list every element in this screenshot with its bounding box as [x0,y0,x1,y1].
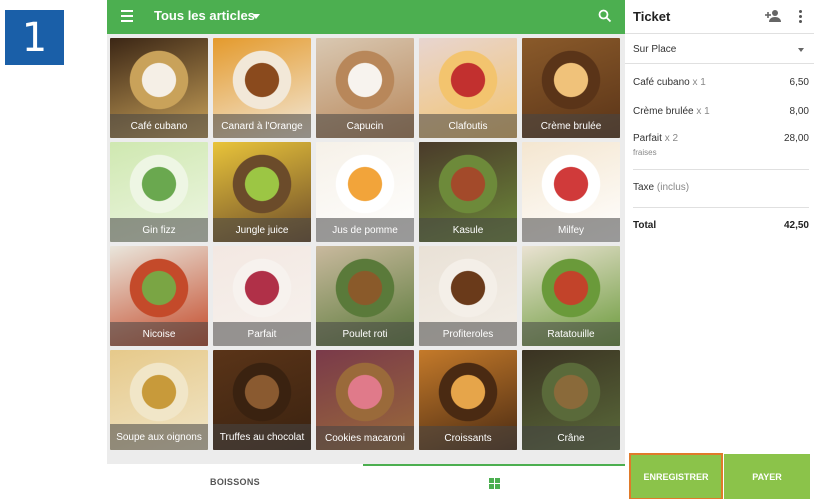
product-tile[interactable]: Nicoise [110,246,208,346]
tab-boissons[interactable]: BOISSONS [107,464,363,499]
product-label: Crème brulée [522,114,620,138]
product-tile[interactable]: Milfey [522,142,620,242]
product-tile[interactable]: Gin fizz [110,142,208,242]
add-customer-icon[interactable] [765,9,781,23]
top-app-bar: Tous les articles [107,0,625,34]
more-options-icon[interactable] [799,10,803,23]
product-label: Crâne [522,426,620,450]
category-selector-label[interactable]: Tous les articles [154,8,255,23]
tax-row: Taxe (inclus) [633,182,809,193]
product-label: Cookies macaroni [316,426,414,450]
product-label: Canard à l'Orange [213,114,311,138]
product-tile[interactable]: Ratatouille [522,246,620,346]
ticket-line[interactable]: Café cubano x 1 6,50 [633,77,809,88]
chevron-down-icon[interactable] [252,14,260,19]
product-label: Jus de pomme [316,218,414,242]
product-tile[interactable]: Profiteroles [419,246,517,346]
product-tile[interactable]: Poulet roti [316,246,414,346]
product-tile[interactable]: Croissants [419,350,517,450]
total-label: Total [633,220,657,231]
hamburger-menu-icon[interactable] [121,10,133,24]
total-row: Total 42,50 [633,220,809,231]
line-item-quantity: x 1 [696,106,710,117]
line-item-name: Café cubano [633,77,690,88]
product-label: Poulet roti [316,322,414,346]
line-item-name: Parfait [633,133,662,144]
product-tile[interactable]: Clafoutis [419,38,517,138]
line-item-price: 6,50 [789,77,809,88]
product-label: Profiteroles [419,322,517,346]
divider [633,169,809,170]
line-item-name: Crème brulée [633,106,694,117]
product-label: Milfey [522,218,620,242]
product-label: Soupe aux oignons [110,424,208,450]
product-label: Ratatouille [522,322,620,346]
ticket-line[interactable]: Parfait x 2 28,00 fraises [633,133,809,161]
tab-all-items[interactable] [363,464,625,499]
tax-note: (inclus) [656,182,690,193]
search-icon[interactable] [597,8,613,24]
pay-button[interactable]: PAYER [724,454,810,499]
line-item-price: 28,00 [783,133,809,144]
product-tile[interactable]: Crème brulée [522,38,620,138]
chevron-down-icon[interactable] [798,48,804,52]
grid-icon [489,478,500,489]
product-tile[interactable]: Kasule [419,142,517,242]
product-tile[interactable]: Jungle juice [213,142,311,242]
step-number-badge: 1 [5,10,64,65]
product-tile[interactable]: Canard à l'Orange [213,38,311,138]
product-label: Jungle juice [213,218,311,242]
ticket-panel: Ticket Sur Place Café cubano x 1 6,50 Cr… [625,0,814,499]
divider [625,63,814,64]
line-item-price: 8,00 [789,106,809,117]
product-grid: Café cubano Canard à l'Orange Capucin Clafo… [110,38,624,450]
pos-app: Tous les articles Café cubano Canard à l'… [107,0,814,499]
product-tile[interactable]: Parfait [213,246,311,346]
divider [625,33,814,34]
product-tile[interactable]: Crâne [522,350,620,450]
product-label: Gin fizz [110,218,208,242]
ticket-line[interactable]: Crème brulée x 1 8,00 [633,106,809,117]
product-tile[interactable]: Truffes au chocolat [213,350,311,450]
product-label: Nicoise [110,322,208,346]
product-tile[interactable]: Café cubano [110,38,208,138]
product-label: Parfait [213,322,311,346]
dining-option-select[interactable]: Sur Place [633,44,676,55]
save-button[interactable]: ENREGISTRER [629,453,723,499]
product-label: Clafoutis [419,114,517,138]
line-item-quantity: x 1 [692,77,706,88]
line-item-quantity: x 2 [664,133,679,144]
total-value: 42,50 [783,220,809,231]
category-tabs: BOISSONS [107,464,625,499]
divider [633,207,809,208]
product-label: Capucin [316,114,414,138]
product-tile[interactable]: Cookies macaroni [316,350,414,450]
line-item-modifier: fraises [633,148,657,157]
ticket-title: Ticket [633,9,671,24]
product-tile[interactable]: Soupe aux oignons [110,350,208,450]
product-label: Croissants [419,426,517,450]
product-tile[interactable]: Capucin [316,38,414,138]
tax-label: Taxe [633,182,655,193]
product-label: Kasule [419,218,517,242]
product-label: Café cubano [110,114,208,138]
product-tile[interactable]: Jus de pomme [316,142,414,242]
product-label: Truffes au chocolat [213,424,311,450]
